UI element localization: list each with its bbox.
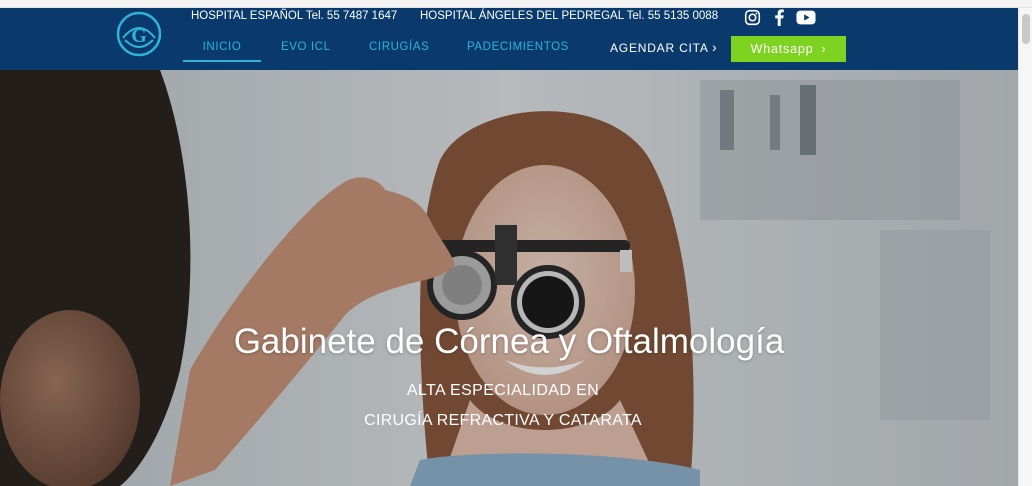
youtube-icon[interactable]: [796, 8, 816, 26]
nav-evo-icl[interactable]: EVO ICL: [281, 41, 331, 53]
page: G HOSPITAL ESPAÑOL Tel. 55 7487 1647 HOS…: [0, 8, 1018, 486]
scrollbar-thumb[interactable]: [1022, 14, 1030, 44]
hero-banner: Gabinete de Córnea y Oftalmología ALTA E…: [0, 70, 1018, 486]
hero-title: Gabinete de Córnea y Oftalmología: [233, 322, 785, 361]
whatsapp-button-label: Whatsapp: [750, 42, 814, 56]
nav-inicio[interactable]: INICIO: [183, 41, 261, 53]
site-header: G HOSPITAL ESPAÑOL Tel. 55 7487 1647 HOS…: [0, 8, 1018, 70]
instagram-icon[interactable]: [742, 8, 762, 26]
agendar-cita-link[interactable]: AGENDAR CITA: [610, 41, 709, 55]
chevron-right-icon[interactable]: ›: [712, 39, 717, 55]
svg-text:G: G: [131, 25, 147, 47]
clinic-logo[interactable]: G: [115, 10, 163, 58]
facebook-icon[interactable]: [769, 8, 789, 26]
nav-padecimientos[interactable]: PADECIMIENTOS: [467, 41, 569, 53]
chevron-right-icon: ›: [821, 42, 827, 56]
browser-top-bar: [0, 0, 1032, 8]
nav-cirugias[interactable]: CIRUGÍAS: [369, 41, 429, 53]
nav-active-underline: [183, 60, 261, 62]
contact-hospital-espanol[interactable]: HOSPITAL ESPAÑOL Tel. 55 7487 1647: [191, 10, 397, 22]
hero-subtitle-2: CIRUGÍA REFRACTIVA Y CATARATA: [364, 412, 642, 429]
vertical-scrollbar[interactable]: [1018, 8, 1032, 486]
hero-subtitle-1: ALTA ESPECIALIDAD EN: [406, 382, 600, 399]
whatsapp-button[interactable]: Whatsapp ›: [731, 36, 846, 62]
contact-hospital-angeles[interactable]: HOSPITAL ÁNGELES DEL PEDREGAL Tel. 55 51…: [420, 10, 718, 22]
